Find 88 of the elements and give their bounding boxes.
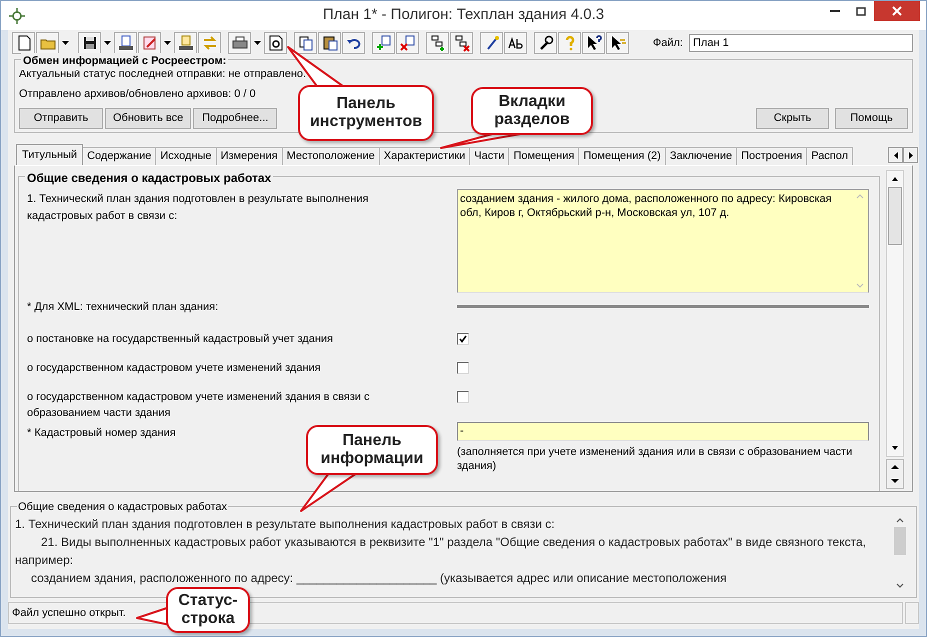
toolbar-button[interactable] <box>426 32 449 54</box>
delete-tree-icon <box>452 34 470 52</box>
info-paragraph: 21. Виды выполненных кадастровых работ указываются в реквизите "1" раздела "Общие сведения о кадастровых работах" в виде связного текста, например: <box>15 534 867 569</box>
group-title: Общие сведения о кадастровых работах <box>17 499 228 516</box>
counts-text: Отправлено архивов/обновлено архивов: 0 / 0 <box>19 86 257 102</box>
tab[interactable]: Помещения <box>509 147 580 165</box>
tab[interactable]: Характеристики <box>380 147 470 165</box>
push-button[interactable]: Обновить все <box>105 108 192 129</box>
tab[interactable]: Распол <box>807 147 854 165</box>
tab[interactable]: Содержание <box>83 147 156 165</box>
caret-icon <box>104 41 111 45</box>
text-field[interactable]: - <box>457 422 869 440</box>
up-triangle-icon <box>891 465 899 469</box>
field-label: о государственном кадастровом учете изменений здания <box>27 362 321 374</box>
toolbar-button[interactable] <box>504 32 527 54</box>
tab[interactable]: Построения <box>737 147 808 165</box>
push-button[interactable]: Скрыть <box>756 108 829 129</box>
tab[interactable]: Заключение <box>666 147 738 165</box>
toolbar-button[interactable] <box>264 32 287 54</box>
caret-icon <box>62 41 69 45</box>
scrollbar[interactable] <box>886 170 904 457</box>
maximize-icon <box>856 6 866 16</box>
checkbox[interactable] <box>457 332 469 344</box>
push-button[interactable]: Отправить <box>19 108 103 129</box>
toolbar-button[interactable] <box>78 32 101 54</box>
status-bar-text: Файл успешно открыт. <box>12 606 126 621</box>
app-icon <box>9 8 25 24</box>
toolbar-button[interactable] <box>342 32 365 54</box>
copy-icon <box>296 34 314 52</box>
tab-scroll-right-button[interactable] <box>903 147 918 163</box>
file-field[interactable]: План 1 <box>689 34 913 52</box>
toolbar-button[interactable] <box>606 32 629 54</box>
toolbar-button[interactable] <box>372 32 395 54</box>
scroll-thumb[interactable] <box>894 527 906 555</box>
right-triangle-icon <box>908 152 912 158</box>
field-label: 1. Технический план здания подготовлен в результате выполнения кадастровых работ в связи с: <box>27 193 368 222</box>
file-label: Файл: <box>652 36 683 51</box>
toolbar-button[interactable] <box>480 32 503 54</box>
tab[interactable]: Измерения <box>216 147 283 165</box>
caret-icon <box>164 41 171 45</box>
field-label: о государственном кадастровом учете изменений здания в связи с образованием части здания <box>27 390 370 419</box>
toolbar-button[interactable] <box>318 32 341 54</box>
toolbar-button[interactable] <box>294 32 317 54</box>
toolbar-button[interactable] <box>582 32 605 54</box>
size-grip[interactable] <box>905 602 919 624</box>
toolbar-button[interactable] <box>12 32 35 54</box>
window-title: План 1* - Полигон: Техплан здания 4.0.3 <box>322 5 604 26</box>
field-label: * Кадастровый номер здания <box>27 426 176 438</box>
callout: Статус-строка <box>166 587 250 633</box>
down-triangle-icon <box>891 479 899 483</box>
caret-icon <box>254 41 261 45</box>
checkbox[interactable] <box>457 390 469 402</box>
tab[interactable]: Местоположение <box>282 147 380 165</box>
document-icon <box>116 34 134 52</box>
toolbar-button[interactable] <box>396 32 419 54</box>
tab[interactable]: Исходные <box>156 147 217 165</box>
tab-scroll-left-button[interactable] <box>888 147 903 163</box>
delete-document-icon <box>398 34 416 52</box>
toolbar-button[interactable] <box>450 32 473 54</box>
tab[interactable]: Помещения (2) <box>579 147 666 165</box>
add-tree-icon <box>428 34 446 52</box>
preview-icon <box>266 34 284 52</box>
toolbar-button[interactable] <box>114 32 137 54</box>
field-label: о постановке на государственный кадастровый учет здания <box>27 332 334 344</box>
toolbar-button[interactable] <box>534 32 557 54</box>
archive-icon <box>176 34 194 52</box>
push-button[interactable]: Подробнее... <box>193 108 278 129</box>
spin-button[interactable] <box>886 459 904 489</box>
status-text: Актуальный статус последней отправки: не отправлено. <box>19 67 308 82</box>
hint-text: (заполняется при учете изменений здания или в связи с образованием части здания) <box>457 444 854 472</box>
close-button[interactable] <box>874 1 920 21</box>
scroll-thumb[interactable] <box>888 187 902 245</box>
info-paragraph: 1. Технический план здания подготовлен в результате выполнения кадастровых работ в связи с: <box>15 516 556 533</box>
minimize-icon <box>830 10 840 12</box>
toolbar-button[interactable] <box>174 32 197 54</box>
add-document-icon <box>374 34 392 52</box>
clipboard-icon <box>320 34 338 52</box>
field-label: * Для XML: технический план здания: <box>27 301 218 313</box>
tab[interactable]: Части <box>470 147 510 165</box>
toolbar-button[interactable] <box>228 32 251 54</box>
pencil-document-icon <box>140 34 158 52</box>
close-icon <box>892 6 902 16</box>
info-paragraph: созданием здания, расположенного по адресу: _____________________ (указывается адрес или описание местоположения <box>30 570 728 587</box>
left-triangle-icon <box>894 152 898 158</box>
push-button[interactable]: Помощь <box>835 108 908 129</box>
tab[interactable]: Титульный <box>16 144 84 165</box>
checkbox[interactable] <box>457 362 469 374</box>
group-title: Обмен информацией с Росреестром: <box>21 53 228 70</box>
